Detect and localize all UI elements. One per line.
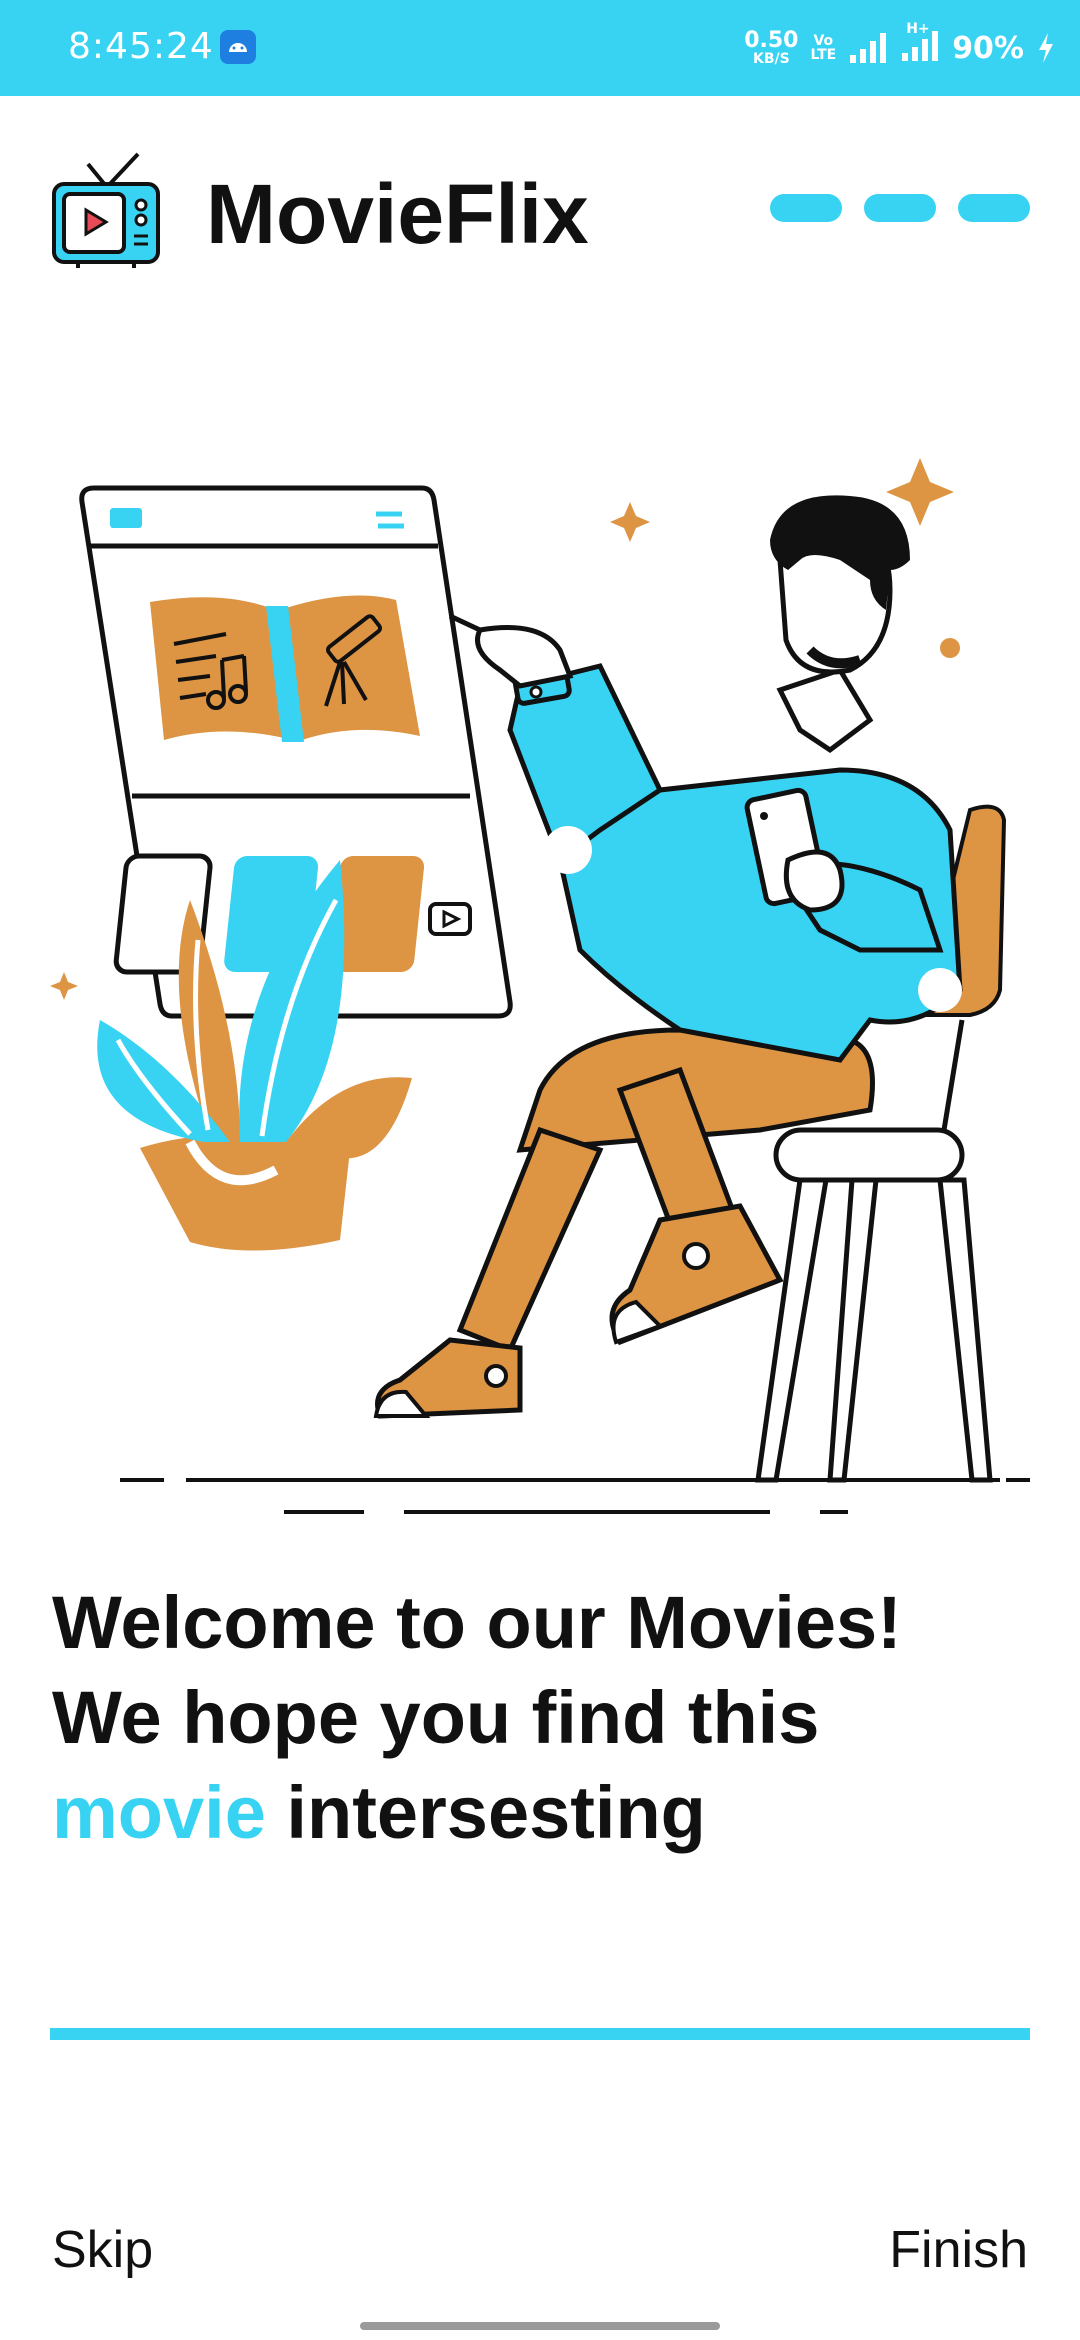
app-title: MovieFlix — [206, 167, 589, 261]
net-speed: 0.50 KB/S — [744, 28, 799, 67]
net-speed-unit: KB/S — [752, 51, 790, 67]
signal-icon — [850, 33, 887, 63]
finish-button[interactable]: Finish — [889, 2220, 1028, 2280]
volte-bottom: LTE — [810, 47, 837, 63]
page-dot-1 — [770, 194, 842, 222]
page-dot-2 — [864, 194, 936, 222]
charging-icon — [1039, 33, 1053, 63]
illustration-ground — [40, 430, 1040, 1530]
page-dot-3 — [958, 194, 1030, 222]
status-indicators: 0.50 KB/S Vo LTE H+ 90% — [744, 21, 1056, 74]
welcome-message: Welcome to our Movies! We hope you find … — [52, 1575, 952, 1860]
network-type: H+ — [906, 21, 930, 37]
volte-indicator: Vo LTE — [810, 34, 836, 62]
app-header: MovieFlix — [0, 150, 1080, 280]
gesture-navigation-bar[interactable] — [360, 2322, 720, 2330]
welcome-text-part1: Welcome to our Movies! We hope you find … — [52, 1581, 902, 1759]
progress-divider — [50, 2028, 1030, 2040]
page-indicator — [770, 194, 1030, 222]
welcome-text-highlight: movie — [52, 1771, 266, 1854]
tv-icon — [48, 150, 168, 275]
welcome-text-part2: intersesting — [265, 1771, 706, 1854]
status-time: 8:45:24 — [68, 26, 214, 67]
person-browsing-media-illustration — [40, 430, 1040, 1530]
volte-top: Vo — [813, 33, 834, 49]
skip-button[interactable]: Skip — [52, 2220, 153, 2280]
net-speed-value: 0.50 — [744, 28, 799, 53]
signal-h-plus: H+ — [900, 21, 940, 67]
battery-percentage: 90% — [952, 30, 1024, 66]
status-bar: 8:45:24 0.50 KB/S Vo LTE H+ 90% — [0, 0, 1080, 96]
android-notification-icon — [220, 30, 256, 64]
